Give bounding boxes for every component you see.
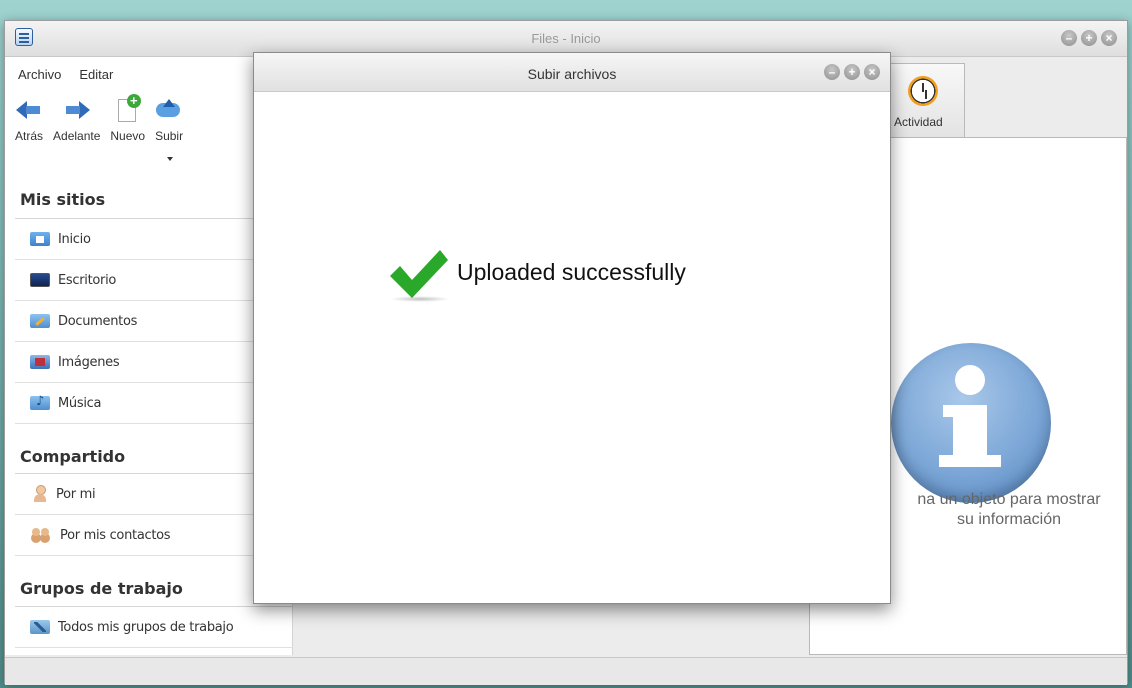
upload-label: Subir xyxy=(155,129,184,143)
status-bar xyxy=(5,657,1127,685)
menu-editar[interactable]: Editar xyxy=(79,67,113,82)
images-folder-icon xyxy=(30,355,50,369)
forward-label: Adelante xyxy=(53,129,101,143)
back-arrow-icon xyxy=(16,97,42,121)
section-title-grupos: Grupos de trabajo xyxy=(20,579,183,598)
close-icon[interactable]: × xyxy=(1101,30,1117,46)
upload-button[interactable]: Subir xyxy=(155,97,183,143)
tab-actividad-label: Actividad xyxy=(894,115,943,129)
sidebar-item-todos-mis-grupos[interactable]: Todos mis grupos de trabajo xyxy=(15,607,293,648)
details-placeholder-text: na un objeto para mostrar su información xyxy=(893,490,1125,530)
details-placeholder-line1: na un objeto para mostrar xyxy=(917,491,1101,508)
forward-button[interactable]: Adelante xyxy=(53,97,100,143)
tab-actividad[interactable]: Actividad xyxy=(885,63,965,138)
documents-folder-icon xyxy=(30,314,50,328)
dialog-title-bar: Subir archivos – + × xyxy=(254,53,890,92)
new-dropdown-caret-icon[interactable] xyxy=(167,157,173,161)
menu-bar: Archivo Editar xyxy=(18,67,113,82)
section-title-compartido: Compartido xyxy=(20,447,126,466)
details-placeholder-line2: su información xyxy=(956,511,1062,528)
upload-success-message: Uploaded successfully xyxy=(457,259,686,285)
window-controls: – + × xyxy=(1061,30,1117,46)
minimize-icon[interactable]: – xyxy=(824,64,840,80)
maximize-icon[interactable]: + xyxy=(1081,30,1097,46)
back-button[interactable]: Atrás xyxy=(15,97,43,143)
sidebar-item-por-mi[interactable]: Por mi xyxy=(15,474,293,515)
new-label: Nuevo xyxy=(110,129,146,143)
upload-dialog: Subir archivos – + × Uploaded successful… xyxy=(253,52,891,604)
dialog-controls: – + × xyxy=(824,64,880,80)
sidebar-item-inicio[interactable]: Inicio xyxy=(15,219,293,260)
contacts-icon xyxy=(30,528,52,542)
close-icon[interactable]: × xyxy=(864,64,880,80)
info-icon xyxy=(891,343,1051,503)
sidebar: Archivo Editar Atrás Adelante Nuevo Subi… xyxy=(5,57,293,655)
desktop-folder-icon xyxy=(30,273,50,287)
music-folder-icon xyxy=(30,394,50,410)
sidebar-item-label: Por mi xyxy=(56,486,96,502)
back-label: Atrás xyxy=(15,129,44,143)
sidebar-item-documentos[interactable]: Documentos xyxy=(15,301,293,342)
sidebar-item-musica[interactable]: Música xyxy=(15,383,293,424)
toolbar: Atrás Adelante Nuevo Subir xyxy=(15,94,183,143)
sidebar-item-label: Escritorio xyxy=(58,272,117,288)
sidebar-item-label: Por mis contactos xyxy=(60,527,171,543)
sidebar-item-label: Inicio xyxy=(58,231,91,247)
sidebar-item-por-mis-contactos[interactable]: Por mis contactos xyxy=(15,515,293,556)
checkmark-shadow xyxy=(390,296,450,302)
clock-icon xyxy=(908,76,938,106)
home-folder-icon xyxy=(30,232,50,246)
dialog-title: Subir archivos xyxy=(527,66,617,82)
workgroups-icon xyxy=(30,620,50,634)
upload-cloud-icon xyxy=(156,97,182,121)
section-title-mis-sitios: Mis sitios xyxy=(20,190,106,209)
sidebar-item-label: Todos mis grupos de trabajo xyxy=(58,619,234,635)
new-button[interactable]: Nuevo xyxy=(110,94,146,143)
menu-archivo[interactable]: Archivo xyxy=(18,67,61,82)
sidebar-item-label: Imágenes xyxy=(58,354,120,370)
sidebar-item-label: Documentos xyxy=(58,313,138,329)
new-document-icon xyxy=(115,94,141,122)
forward-arrow-icon xyxy=(64,97,90,121)
window-title: Files - Inicio xyxy=(531,31,601,46)
sidebar-item-imagenes[interactable]: Imágenes xyxy=(15,342,293,383)
sidebar-item-label: Música xyxy=(58,395,102,411)
sidebar-item-escritorio[interactable]: Escritorio xyxy=(15,260,293,301)
minimize-icon[interactable]: – xyxy=(1061,30,1077,46)
user-icon xyxy=(32,485,48,503)
maximize-icon[interactable]: + xyxy=(844,64,860,80)
checkmark-icon xyxy=(390,250,448,298)
